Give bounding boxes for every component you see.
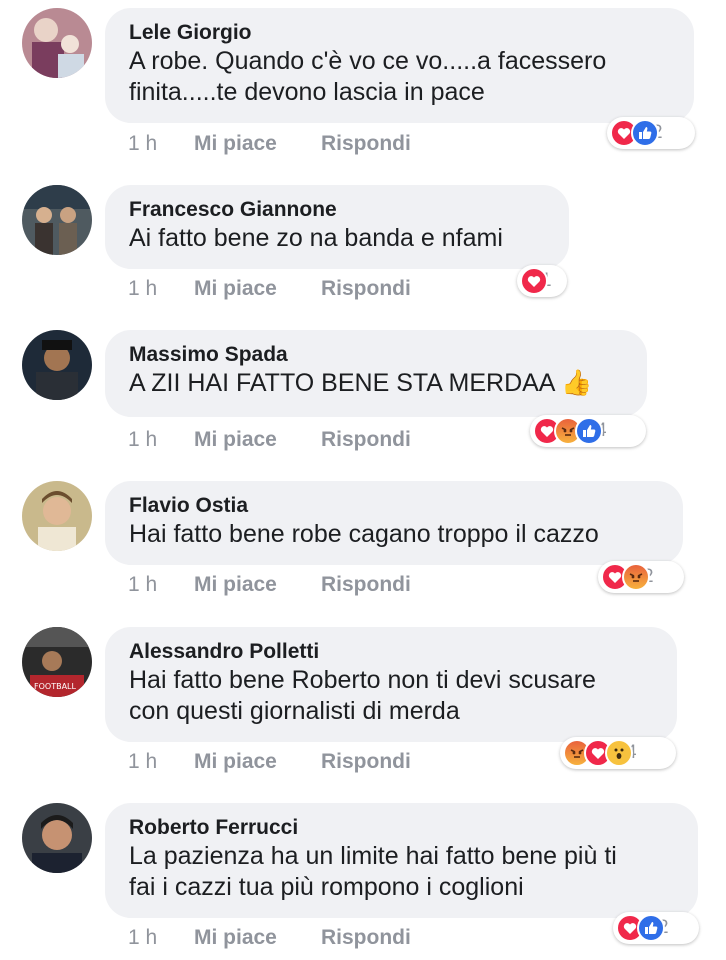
author-name[interactable]: Francesco Giannone <box>129 196 545 223</box>
like-button[interactable]: Mi piace <box>194 750 277 774</box>
timestamp[interactable]: 1 h <box>128 750 157 774</box>
like-reaction-icon <box>575 417 603 445</box>
author-name[interactable]: Roberto Ferrucci <box>129 814 674 841</box>
reaction-summary[interactable]: 2 <box>613 912 699 944</box>
reply-button[interactable]: Rispondi <box>321 926 411 950</box>
like-button[interactable]: Mi piace <box>194 277 277 301</box>
timestamp[interactable]: 1 h <box>128 428 157 452</box>
reaction-summary[interactable]: 4 <box>560 737 676 769</box>
like-button[interactable]: Mi piace <box>194 926 277 950</box>
comment-text: La pazienza ha un limite hai fatto bene … <box>129 842 617 901</box>
like-button[interactable]: Mi piace <box>194 132 277 156</box>
timestamp[interactable]: 1 h <box>128 132 157 156</box>
comment-bubble: Massimo Spada A ZII HAI FATTO BENE STA M… <box>105 330 647 417</box>
reaction-summary[interactable]: 2 <box>607 117 695 149</box>
angry-reaction-icon <box>622 563 650 591</box>
reply-button[interactable]: Rispondi <box>321 573 411 597</box>
reply-button[interactable]: Rispondi <box>321 750 411 774</box>
comment-text: Hai fatto bene Roberto non ti devi scusa… <box>129 666 596 725</box>
like-reaction-icon <box>637 914 665 942</box>
svg-text:FOOTBALL: FOOTBALL <box>34 682 77 691</box>
avatar[interactable] <box>22 330 92 400</box>
like-button[interactable]: Mi piace <box>194 573 277 597</box>
reply-button[interactable]: Rispondi <box>321 428 411 452</box>
like-reaction-icon <box>631 119 659 147</box>
timestamp[interactable]: 1 h <box>128 926 157 950</box>
love-reaction-icon <box>520 267 548 295</box>
wow-reaction-icon <box>605 739 633 767</box>
comment-text: A robe. Quando c'è vo ce vo.....a facess… <box>129 47 607 106</box>
comment-bubble: Roberto Ferrucci La pazienza ha un limit… <box>105 803 698 918</box>
author-name[interactable]: Flavio Ostia <box>129 492 659 519</box>
comment-bubble: Alessandro Polletti Hai fatto bene Rober… <box>105 627 677 742</box>
comment-bubble: Francesco Giannone Ai fatto bene zo na b… <box>105 185 569 269</box>
avatar[interactable] <box>22 481 92 551</box>
reply-button[interactable]: Rispondi <box>321 277 411 301</box>
author-name[interactable]: Alessandro Polletti <box>129 638 653 665</box>
author-name[interactable]: Massimo Spada <box>129 341 623 368</box>
comment-text: Hai fatto bene robe cagano troppo il caz… <box>129 520 599 548</box>
comment-text: A ZII HAI FATTO BENE STA MERDAA 👍 <box>129 369 593 397</box>
author-name[interactable]: Lele Giorgio <box>129 19 670 46</box>
comment-bubble: Flavio Ostia Hai fatto bene robe cagano … <box>105 481 683 565</box>
timestamp[interactable]: 1 h <box>128 573 157 597</box>
avatar[interactable]: FOOTBALL <box>22 627 92 697</box>
comment-bubble: Lele Giorgio A robe. Quando c'è vo ce vo… <box>105 8 694 123</box>
reaction-summary[interactable]: 1 <box>517 265 567 297</box>
avatar[interactable] <box>22 185 92 255</box>
like-button[interactable]: Mi piace <box>194 428 277 452</box>
reaction-summary[interactable]: 4 <box>530 415 646 447</box>
reply-button[interactable]: Rispondi <box>321 132 411 156</box>
avatar[interactable] <box>22 803 92 873</box>
timestamp[interactable]: 1 h <box>128 277 157 301</box>
avatar[interactable] <box>22 8 92 78</box>
reaction-summary[interactable]: 2 <box>598 561 684 593</box>
comment-text: Ai fatto bene zo na banda e nfami <box>129 224 503 252</box>
